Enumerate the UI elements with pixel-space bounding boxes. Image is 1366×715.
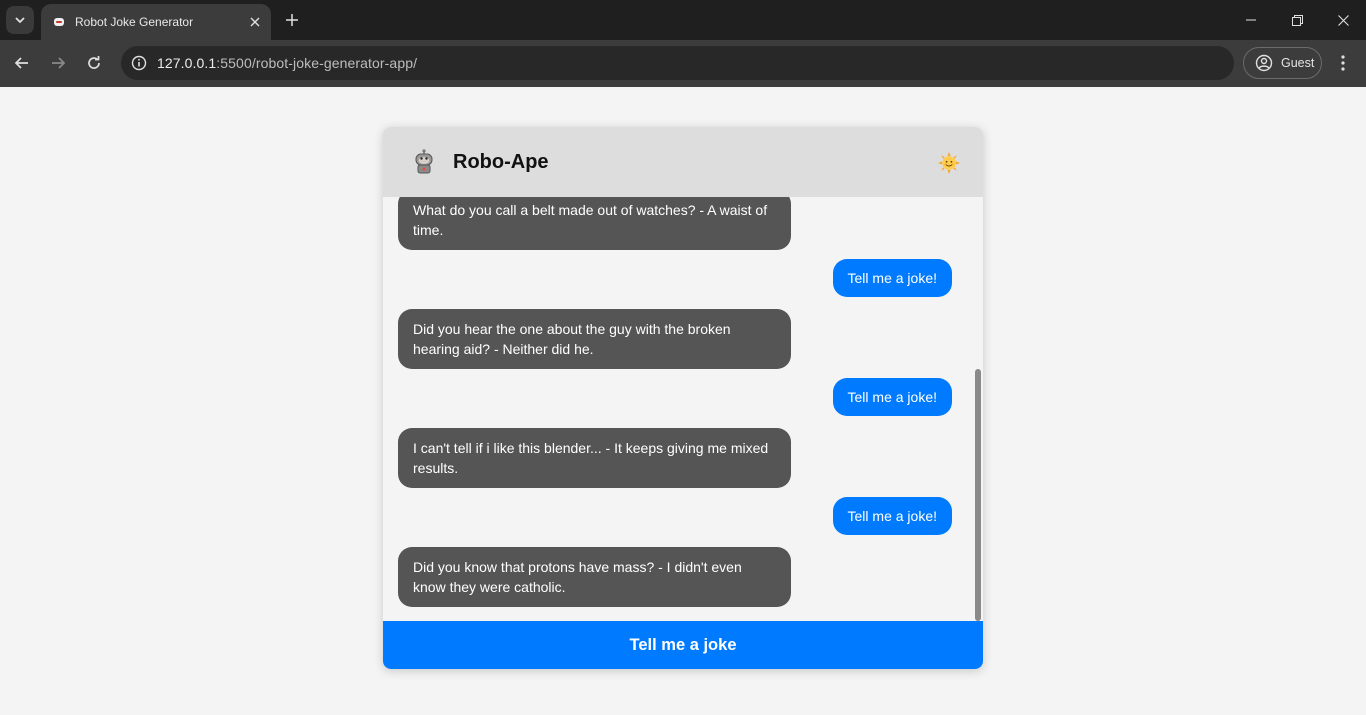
tab-title: Robot Joke Generator	[75, 15, 194, 29]
robot-favicon-icon	[51, 14, 67, 30]
minimize-icon	[1246, 19, 1256, 21]
url-host: 127.0.0.1	[157, 55, 217, 71]
tell-joke-button[interactable]: Tell me a joke	[383, 621, 983, 669]
more-menu-icon	[1341, 55, 1345, 71]
browser-tab[interactable]: Robot Joke Generator	[41, 4, 271, 40]
app-header: Robo-Ape	[383, 127, 983, 197]
bot-message: I can't tell if i like this blender... -…	[398, 428, 791, 488]
back-button[interactable]	[7, 48, 37, 78]
new-tab-button[interactable]	[280, 8, 304, 32]
chat-app: Robo-Ape What do you call a belt made ou…	[383, 127, 983, 669]
plus-icon	[286, 14, 298, 26]
user-message: Tell me a joke!	[832, 378, 952, 416]
scrollbar-thumb[interactable]	[975, 369, 981, 621]
more-menu-button[interactable]	[1334, 48, 1352, 78]
theme-toggle-button[interactable]	[937, 151, 961, 175]
url-text: 127.0.0.1:5500/robot-joke-generator-app/	[157, 55, 417, 71]
tab-search-button[interactable]	[6, 6, 34, 34]
app-title: Robo-Ape	[453, 150, 549, 173]
url-path: :5500/robot-joke-generator-app/	[216, 55, 418, 71]
close-window-icon	[1337, 14, 1349, 26]
restore-icon	[1291, 14, 1303, 26]
browser-tab-bar: Robot Joke Generator	[0, 0, 1366, 40]
user-message: Tell me a joke!	[832, 259, 952, 297]
bot-message: Did you know that protons have mass? - I…	[398, 547, 791, 607]
close-window-button[interactable]	[1320, 0, 1366, 40]
user-message: Tell me a joke!	[832, 497, 952, 535]
profile-icon	[1255, 54, 1273, 72]
forward-button[interactable]	[43, 48, 73, 78]
bot-message: Did you hear the one about the guy with …	[398, 309, 791, 369]
chevron-down-icon	[15, 17, 25, 24]
sun-face-icon	[938, 152, 960, 174]
chat-messages[interactable]: What do you call a belt made out of watc…	[383, 197, 983, 621]
forward-icon	[52, 57, 66, 69]
reload-button[interactable]	[79, 48, 109, 78]
robot-ape-icon	[409, 147, 439, 177]
chat-scrollbar[interactable]	[973, 197, 983, 621]
bot-message: What do you call a belt made out of watc…	[398, 197, 791, 250]
restore-button[interactable]	[1274, 0, 1320, 40]
site-info-icon[interactable]	[129, 53, 149, 73]
address-bar[interactable]: 127.0.0.1:5500/robot-joke-generator-app/	[121, 46, 1234, 80]
profile-button[interactable]: Guest	[1243, 47, 1322, 79]
profile-label: Guest	[1281, 56, 1315, 70]
close-tab-icon[interactable]	[245, 12, 265, 32]
back-icon	[14, 57, 28, 69]
minimize-button[interactable]	[1228, 0, 1274, 40]
reload-icon	[88, 56, 100, 69]
